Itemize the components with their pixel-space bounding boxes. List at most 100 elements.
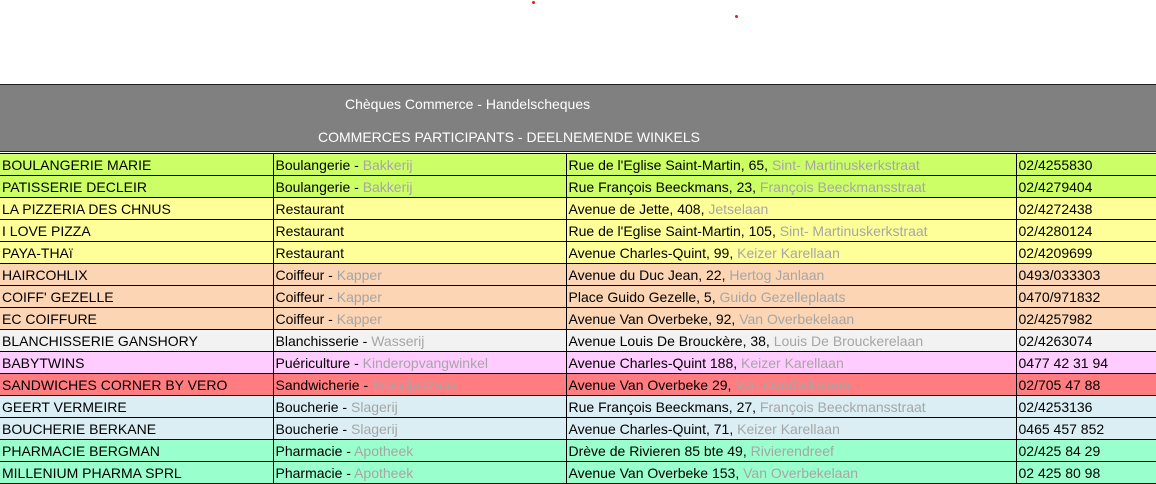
cell-phone[interactable]: 02 425 80 98 xyxy=(1015,461,1156,484)
table-row: PATISSERIE DECLEIR Boulangerie - Bakkerij… xyxy=(0,175,1156,198)
cell-address[interactable]: Rue de l'Eglise Saint-Martin, 65, Sint- … xyxy=(565,153,1017,176)
address-fr: Avenue Charles-Quint 188, xyxy=(568,354,738,371)
address-nl: Sint- Martinuskerkstraat xyxy=(779,222,928,239)
address-nl: Guido Gezelleplaats xyxy=(719,288,846,305)
shop-name: BOUCHERIE BERKANE xyxy=(2,420,157,437)
shop-name: COIFF' GEZELLE xyxy=(2,288,114,305)
cell-shop-name[interactable]: GEERT VERMEIRE xyxy=(0,395,274,418)
table-row: PAYA-THAï Restaurant Avenue Charles-Quint,… xyxy=(0,241,1156,264)
cell-address[interactable]: Rue de l'Eglise Saint-Martin, 105, Sint-… xyxy=(565,219,1017,242)
address-nl: François Beeckmansstraat xyxy=(759,398,926,415)
cell-address[interactable]: Avenue du Duc Jean, 22, Hertog Janlaan xyxy=(565,263,1017,286)
cell-category[interactable]: Boucherie - Slagerij xyxy=(272,395,567,418)
cell-phone[interactable]: 02/4279404 xyxy=(1015,175,1156,198)
cell-address[interactable]: Avenue de Jette, 408, Jetselaan xyxy=(565,197,1017,220)
cell-shop-name[interactable]: COIFF' GEZELLE xyxy=(0,285,274,308)
cell-category[interactable]: Coiffeur - Kapper xyxy=(272,307,567,330)
cell-shop-name[interactable]: PAYA-THAï xyxy=(0,241,274,264)
cell-phone[interactable]: 02/4209699 xyxy=(1015,241,1156,264)
cell-category[interactable]: Restaurant xyxy=(272,241,567,264)
category-nl: Slagerij xyxy=(351,398,398,415)
cell-phone[interactable]: 02/705 47 88 xyxy=(1015,373,1156,396)
cell-phone[interactable]: 0493/033303 xyxy=(1015,263,1156,286)
cell-address[interactable]: Avenue Van Overbeke 153, Van Overbekelaa… xyxy=(565,461,1017,484)
cell-address[interactable]: Avenue Louis De Brouckère, 38, Louis De … xyxy=(565,329,1017,352)
shop-name: PHARMACIE BERGMAN xyxy=(2,442,160,459)
cell-category[interactable]: Pharmacie - Apotheek xyxy=(272,461,567,484)
cell-phone[interactable]: 0470/971832 xyxy=(1015,285,1156,308)
table-row: I LOVE PIZZA Restaurant Rue de l'Eglise Sa… xyxy=(0,219,1156,242)
shop-name: BLANCHISSERIE GANSHORY xyxy=(2,332,198,349)
cell-phone[interactable]: 02/4255830 xyxy=(1015,153,1156,176)
cell-shop-name[interactable]: BOUCHERIE BERKANE xyxy=(0,417,274,440)
address-nl: Rivierendreef xyxy=(750,442,834,459)
table-row: SANDWICHES CORNER BY VERO Sandwicherie - … xyxy=(0,373,1156,396)
cell-address[interactable]: Avenue Charles-Quint 188, Keizer Karella… xyxy=(565,351,1017,374)
cell-phone[interactable]: 0477 42 31 94 xyxy=(1015,351,1156,374)
cell-address[interactable]: Avenue Van Overbeke 29, Van Overbekelaan xyxy=(565,373,1017,396)
cell-phone[interactable]: 02/4263074 xyxy=(1015,329,1156,352)
cell-shop-name[interactable]: EC COIFFURE xyxy=(0,307,274,330)
cell-phone[interactable]: 02/4257982 xyxy=(1015,307,1156,330)
cell-category[interactable]: Pharmacie - Apotheek xyxy=(272,439,567,462)
category-separator: - xyxy=(350,354,363,371)
shop-name: PATISSERIE DECLEIR xyxy=(2,178,147,195)
cell-shop-name[interactable]: I LOVE PIZZA xyxy=(0,219,274,242)
red-dot-left xyxy=(532,1,535,4)
cell-category[interactable]: Coiffeur - Kapper xyxy=(272,263,567,286)
cell-category[interactable]: Puériculture - Kinderopvangwinkel xyxy=(272,351,567,374)
cell-category[interactable]: Boulangerie - Bakkerij xyxy=(272,175,567,198)
cell-shop-name[interactable]: BLANCHISSERIE GANSHORY xyxy=(0,329,274,352)
category-fr: Blanchisserie xyxy=(275,332,359,349)
cell-address[interactable]: Rue François Beeckmans, 27, François Bee… xyxy=(565,395,1017,418)
cell-phone[interactable]: 02/4280124 xyxy=(1015,219,1156,242)
cell-phone[interactable]: 02/4253136 xyxy=(1015,395,1156,418)
cell-shop-name[interactable]: PHARMACIE BERGMAN xyxy=(0,439,274,462)
category-separator: - xyxy=(359,376,373,393)
cell-category[interactable]: Blanchisserie - Wasserij xyxy=(272,329,567,352)
cell-shop-name[interactable]: BABYTWINS xyxy=(0,351,274,374)
cell-category[interactable]: Restaurant xyxy=(272,197,567,220)
cell-category[interactable]: Restaurant xyxy=(272,219,567,242)
cell-address[interactable]: Avenue Van Overbeke, 92, Van Overbekelaa… xyxy=(565,307,1017,330)
shop-name: HAIRCOHLIX xyxy=(2,266,88,283)
phone-number: 02/4263074 xyxy=(1018,332,1093,349)
category-nl: Kinderopvangwinkel xyxy=(362,354,488,371)
table-row: GEERT VERMEIRE Boucherie - Slagerij Rue Fr… xyxy=(0,395,1156,418)
cell-category[interactable]: Coiffeur - Kapper xyxy=(272,285,567,308)
cell-shop-name[interactable]: SANDWICHES CORNER BY VERO xyxy=(0,373,274,396)
category-fr: Pharmacie xyxy=(275,442,343,459)
table-row: EC COIFFURE Coiffeur - Kapper Avenue Van O… xyxy=(0,307,1156,330)
category-separator: - xyxy=(324,310,337,327)
category-nl: Bakkerij xyxy=(362,178,413,195)
cell-phone[interactable]: 0465 457 852 xyxy=(1015,417,1156,440)
cell-address[interactable]: Rue François Beeckmans, 23, François Bee… xyxy=(565,175,1017,198)
cell-address[interactable]: Drève de Rivieren 85 bte 49, Rivierendre… xyxy=(565,439,1017,462)
shop-name: EC COIFFURE xyxy=(2,310,97,327)
cell-shop-name[interactable]: PATISSERIE DECLEIR xyxy=(0,175,274,198)
category-fr: Boulangerie xyxy=(275,178,351,195)
cell-category[interactable]: Sandwicherie - Broodjeszaak xyxy=(272,373,567,396)
shop-name: MILLENIUM PHARMA SPRL xyxy=(2,464,182,481)
address-fr: Drève de Rivieren 85 bte 49, xyxy=(568,442,747,459)
cell-address[interactable]: Avenue Charles-Quint, 99, Keizer Karella… xyxy=(565,241,1017,264)
category-fr: Coiffeur xyxy=(275,266,325,283)
cell-shop-name[interactable]: BOULANGERIE MARIE xyxy=(0,153,274,176)
phone-number: 02/425 84 29 xyxy=(1018,442,1101,459)
cell-category[interactable]: Boulangerie - Bakkerij xyxy=(272,153,567,176)
phone-number: 02/4272438 xyxy=(1018,200,1093,217)
cell-phone[interactable]: 02/425 84 29 xyxy=(1015,439,1156,462)
cell-category[interactable]: Boucherie - Slagerij xyxy=(272,417,567,440)
shops-table-body: BOULANGERIE MARIE Boulangerie - Bakkerij R… xyxy=(0,153,1156,484)
cell-address[interactable]: Avenue Charles-Quint, 71, Keizer Karella… xyxy=(565,417,1017,440)
cell-address[interactable]: Place Guido Gezelle, 5, Guido Gezellepla… xyxy=(565,285,1017,308)
address-fr: Avenue Charles-Quint, 99, xyxy=(568,244,734,261)
shops-table: BOULANGERIE MARIE Boulangerie - Bakkerij R… xyxy=(0,153,1156,484)
category-nl: Bakkerij xyxy=(362,156,413,173)
table-row: BLANCHISSERIE GANSHORY Blanchisserie - Wa… xyxy=(0,329,1156,352)
cell-shop-name[interactable]: MILLENIUM PHARMA SPRL xyxy=(0,461,274,484)
cell-shop-name[interactable]: HAIRCOHLIX xyxy=(0,263,274,286)
cell-shop-name[interactable]: LA PIZZERIA DES CHNUS xyxy=(0,197,274,220)
category-fr: Restaurant xyxy=(275,200,344,217)
cell-phone[interactable]: 02/4272438 xyxy=(1015,197,1156,220)
